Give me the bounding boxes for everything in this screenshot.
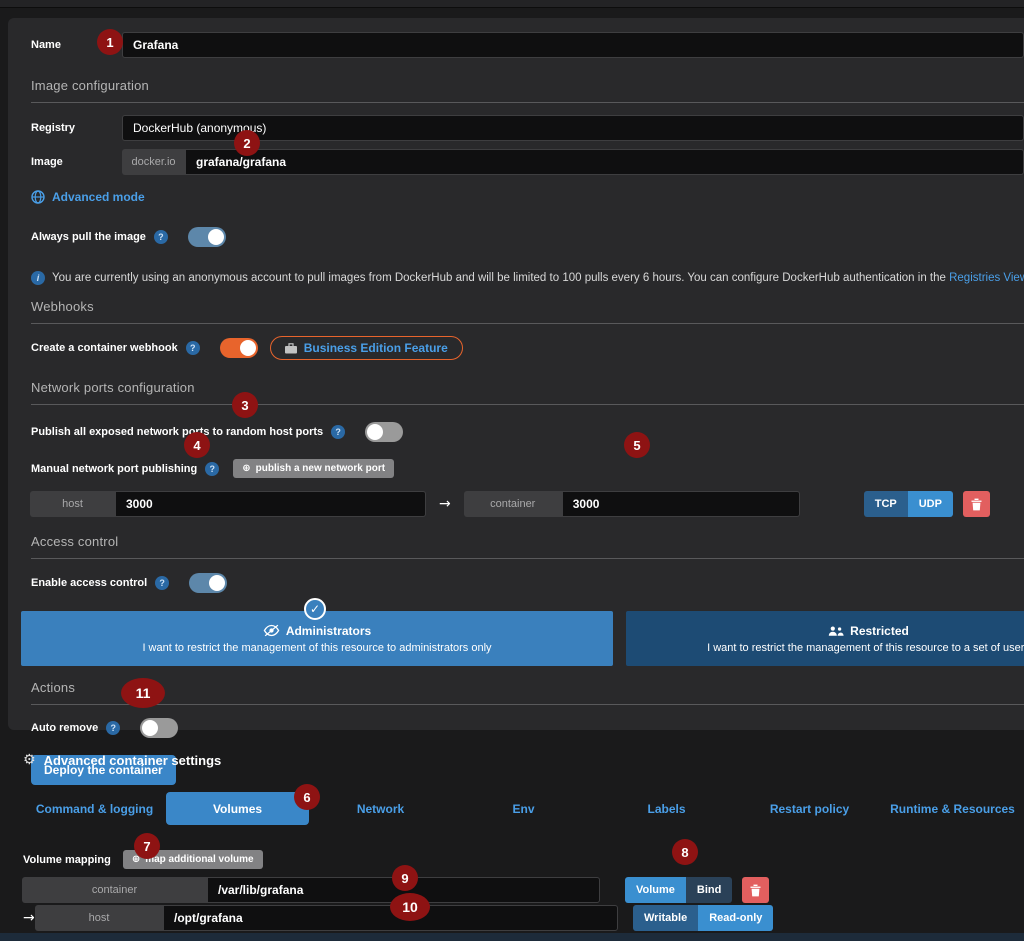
manual-port-publishing-label: Manual network port publishing bbox=[31, 463, 197, 475]
create-webhook-toggle[interactable] bbox=[220, 338, 258, 358]
pull-limit-info-banner: i You are currently using an anonymous a… bbox=[31, 271, 1024, 285]
business-edition-badge: Business Edition Feature bbox=[270, 336, 463, 360]
publish-all-label: Publish all exposed network ports to ran… bbox=[31, 426, 323, 438]
delete-port-button[interactable] bbox=[963, 491, 990, 517]
check-icon: ✓ bbox=[304, 598, 326, 620]
annotation-5: 5 bbox=[624, 432, 650, 458]
help-icon[interactable]: ? bbox=[205, 462, 219, 476]
map-additional-volume-button-label: map additional volume bbox=[145, 854, 253, 865]
network-ports-section-title: Network ports configuration bbox=[31, 380, 1024, 405]
annotation-2: 2 bbox=[234, 130, 260, 156]
name-input[interactable] bbox=[122, 32, 1024, 58]
help-icon[interactable]: ? bbox=[186, 341, 200, 355]
administrators-card[interactable]: ✓ Administrators I want to restrict the … bbox=[21, 611, 613, 666]
tab-command-logging[interactable]: Command & logging bbox=[23, 792, 166, 825]
advanced-settings-title: Advanced container settings bbox=[44, 753, 222, 768]
publish-new-port-button-label: publish a new network port bbox=[256, 463, 385, 474]
tab-restart-policy[interactable]: Restart policy bbox=[738, 792, 881, 825]
annotation-10: 10 bbox=[390, 893, 430, 921]
eye-slash-icon bbox=[263, 624, 280, 637]
delete-volume-button[interactable] bbox=[742, 877, 769, 903]
briefcase-icon bbox=[285, 343, 297, 354]
image-configuration-section-title: Image configuration bbox=[31, 78, 1024, 103]
host-port-input[interactable] bbox=[115, 491, 426, 517]
trash-icon bbox=[971, 498, 982, 511]
access-control-toggle[interactable] bbox=[189, 573, 227, 593]
enable-access-control-label: Enable access control bbox=[31, 577, 147, 589]
readonly-button[interactable]: Read-only bbox=[698, 905, 773, 931]
help-icon[interactable]: ? bbox=[155, 576, 169, 590]
advanced-container-settings: ⚙ Advanced container settings Command & … bbox=[0, 730, 1024, 931]
udp-button[interactable]: UDP bbox=[908, 491, 953, 517]
registry-label: Registry bbox=[31, 122, 122, 134]
publish-new-port-button[interactable]: ⊕ publish a new network port bbox=[233, 459, 394, 478]
host-port-prefix: host bbox=[30, 491, 115, 517]
volume-host-prefix: host bbox=[35, 905, 163, 931]
tab-runtime-resources[interactable]: Runtime & Resources bbox=[881, 792, 1024, 825]
annotation-3: 3 bbox=[232, 392, 258, 418]
actions-section-title: Actions bbox=[31, 680, 1024, 705]
previous-panel-edge bbox=[0, 0, 1024, 8]
image-registry-prefix: docker.io bbox=[122, 149, 185, 175]
image-label: Image bbox=[31, 156, 122, 168]
annotation-1: 1 bbox=[97, 29, 123, 55]
restricted-desc: I want to restrict the management of thi… bbox=[707, 642, 1024, 654]
plus-icon: ⊕ bbox=[242, 463, 250, 474]
globe-icon bbox=[31, 190, 45, 204]
info-icon: i bbox=[31, 271, 45, 285]
advanced-mode-link[interactable]: Advanced mode bbox=[31, 190, 1024, 204]
writable-button[interactable]: Writable bbox=[633, 905, 698, 931]
info-text: You are currently using an anonymous acc… bbox=[52, 272, 949, 284]
publish-all-toggle[interactable] bbox=[365, 422, 403, 442]
volume-container-prefix: container bbox=[22, 877, 207, 903]
annotation-7: 7 bbox=[134, 833, 160, 859]
annotation-6: 6 bbox=[294, 784, 320, 810]
registries-view-link[interactable]: Registries View bbox=[949, 272, 1024, 284]
annotation-8: 8 bbox=[672, 839, 698, 865]
annotation-9: 9 bbox=[392, 865, 418, 891]
create-container-form: Name Image configuration Registry Docker… bbox=[8, 18, 1024, 730]
arrow-icon: → bbox=[439, 496, 451, 512]
volume-type-bind-button[interactable]: Bind bbox=[686, 877, 732, 903]
always-pull-label: Always pull the image bbox=[31, 231, 146, 243]
restricted-title: Restricted bbox=[850, 624, 909, 638]
volume-type-volume-button[interactable]: Volume bbox=[625, 877, 686, 903]
next-panel-edge bbox=[0, 933, 1024, 941]
administrators-title: Administrators bbox=[286, 624, 371, 638]
annotation-4: 4 bbox=[184, 432, 210, 458]
container-port-input[interactable] bbox=[562, 491, 800, 517]
trash-icon bbox=[750, 884, 761, 897]
webhooks-section-title: Webhooks bbox=[31, 299, 1024, 324]
tab-env[interactable]: Env bbox=[452, 792, 595, 825]
advanced-mode-label: Advanced mode bbox=[52, 190, 145, 204]
image-input[interactable] bbox=[185, 149, 1024, 175]
arrow-icon: → bbox=[23, 910, 35, 926]
access-control-section-title: Access control bbox=[31, 534, 1024, 559]
tab-labels[interactable]: Labels bbox=[595, 792, 738, 825]
restricted-card[interactable]: Restricted I want to restrict the manage… bbox=[626, 611, 1024, 666]
help-icon[interactable]: ? bbox=[331, 425, 345, 439]
annotation-11: 11 bbox=[121, 678, 165, 708]
tab-network[interactable]: Network bbox=[309, 792, 452, 825]
users-icon bbox=[828, 625, 844, 637]
always-pull-toggle[interactable] bbox=[188, 227, 226, 247]
administrators-desc: I want to restrict the management of thi… bbox=[142, 642, 491, 654]
volume-mapping-label: Volume mapping bbox=[23, 854, 111, 866]
container-port-prefix: container bbox=[464, 491, 562, 517]
tab-volumes[interactable]: Volumes bbox=[166, 792, 309, 825]
help-icon[interactable]: ? bbox=[154, 230, 168, 244]
advanced-tabs: Command & logging Volumes Network Env La… bbox=[23, 792, 1024, 825]
create-webhook-label: Create a container webhook bbox=[31, 342, 178, 354]
tcp-button[interactable]: TCP bbox=[864, 491, 908, 517]
gear-icon: ⚙ bbox=[23, 752, 36, 768]
business-edition-badge-label: Business Edition Feature bbox=[304, 341, 448, 355]
